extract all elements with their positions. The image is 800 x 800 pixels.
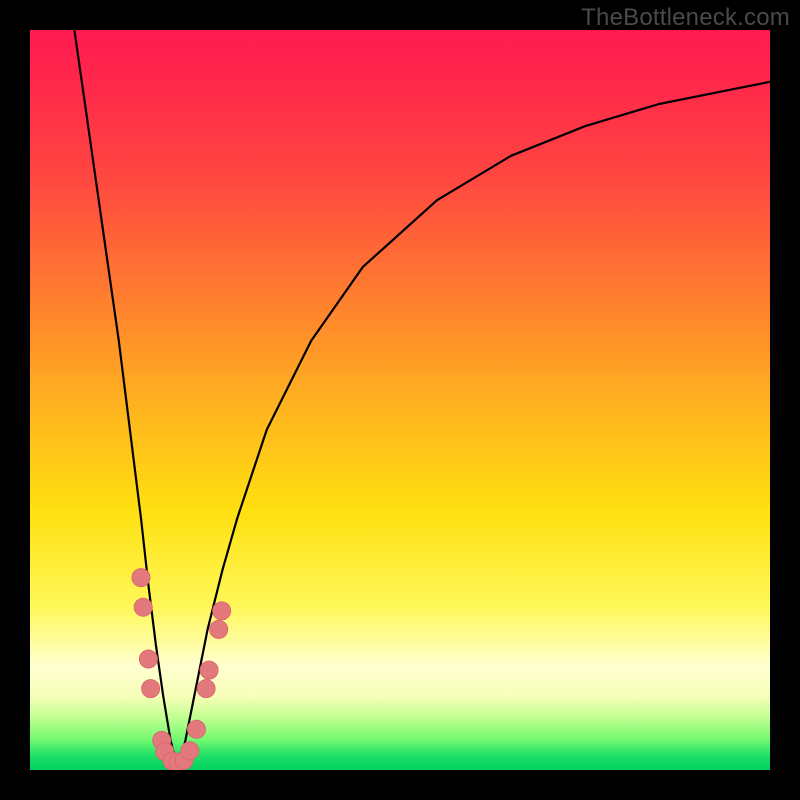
- marker-dot: [197, 680, 215, 698]
- marker-dot: [132, 569, 150, 587]
- chart-frame: TheBottleneck.com: [0, 0, 800, 800]
- curve-svg: [30, 30, 770, 770]
- marker-dot: [188, 720, 206, 738]
- watermark-text: TheBottleneck.com: [581, 4, 790, 32]
- marker-dot: [213, 602, 231, 620]
- marker-dot: [181, 742, 199, 760]
- marker-dot: [134, 598, 152, 616]
- marker-dot: [200, 661, 218, 679]
- marker-dot: [139, 650, 157, 668]
- marker-dot: [210, 620, 228, 638]
- bottleneck-curve: [74, 30, 770, 770]
- plot-area: [30, 30, 770, 770]
- marker-dot: [142, 680, 160, 698]
